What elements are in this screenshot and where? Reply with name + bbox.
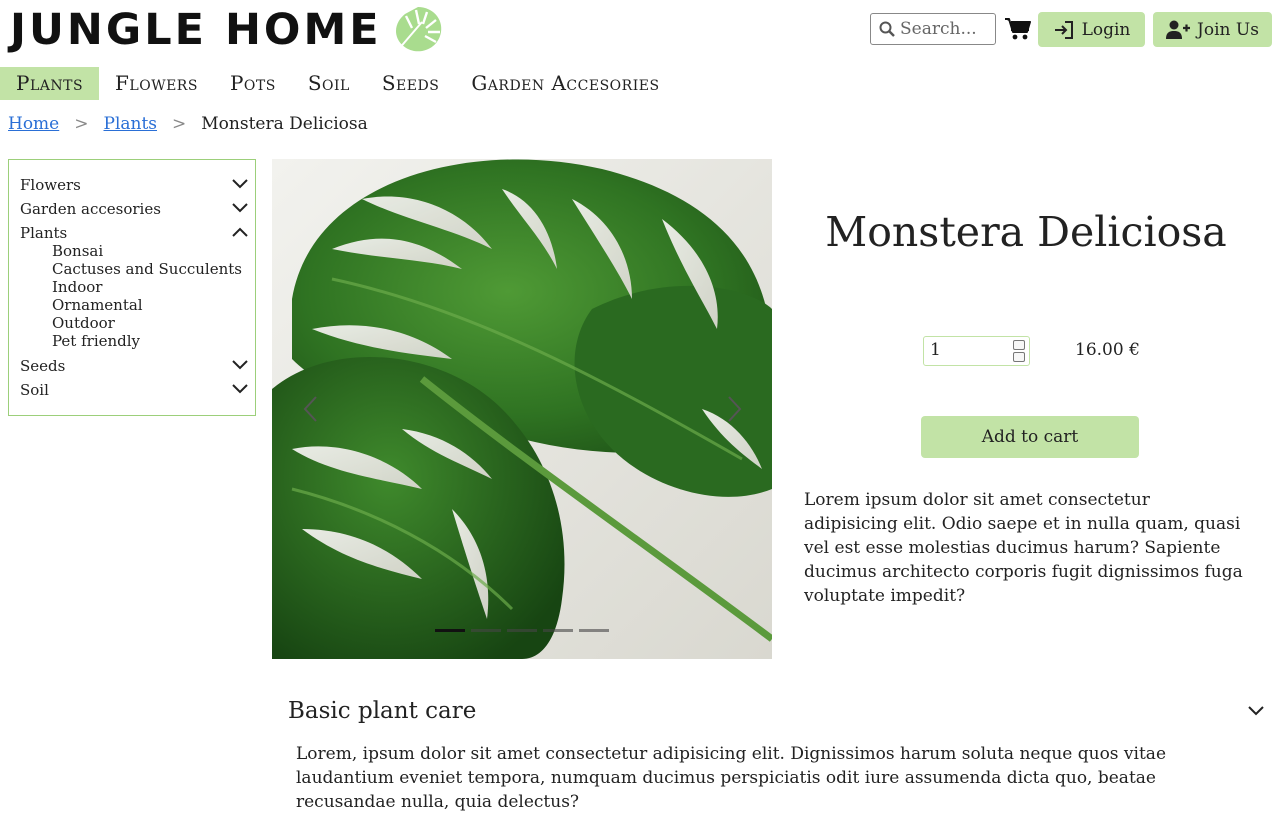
login-icon <box>1054 20 1073 39</box>
nav-seeds[interactable]: Seeds <box>366 67 455 100</box>
chevron-right-icon[interactable] <box>727 395 743 423</box>
nav-soil[interactable]: Soil <box>292 67 366 100</box>
cart-icon[interactable] <box>1005 17 1031 41</box>
search-icon <box>879 21 895 37</box>
carousel-indicator[interactable] <box>543 629 573 632</box>
nav-pots[interactable]: Pots <box>214 67 292 100</box>
chevron-up-icon[interactable] <box>232 227 248 237</box>
quantity-value[interactable]: 1 <box>930 340 941 360</box>
sidebar-subitem-cactuses[interactable]: Cactuses and Succulents <box>52 260 242 278</box>
carousel-indicators <box>435 629 609 632</box>
quantity-stepper[interactable]: 1 <box>923 336 1030 366</box>
monstera-leaf-logo-icon <box>396 7 442 52</box>
quantity-down-button[interactable] <box>1013 352 1025 362</box>
nav-garden-accesories[interactable]: Garden Accesories <box>455 67 675 100</box>
join-label: Join Us <box>1197 19 1259 40</box>
chevron-down-icon[interactable] <box>232 384 248 394</box>
sidebar-category-label: Seeds <box>20 357 66 375</box>
sidebar-category-seeds[interactable]: Seeds <box>20 355 250 377</box>
sidebar-category-plants[interactable]: Plants <box>20 222 250 244</box>
carousel-indicator[interactable] <box>471 629 501 632</box>
care-section-title[interactable]: Basic plant care <box>288 698 476 724</box>
nav-plants[interactable]: Plants <box>0 67 100 100</box>
chevron-down-icon[interactable] <box>1247 705 1265 717</box>
breadcrumb-separator: > <box>172 114 187 134</box>
sidebar-category-flowers[interactable]: Flowers <box>20 174 250 196</box>
sidebar-category-label: Plants <box>20 224 68 242</box>
user-plus-icon <box>1166 20 1191 39</box>
breadcrumb-current: Monstera Deliciosa <box>201 114 368 134</box>
care-section-text: Lorem, ipsum dolor sit amet consectetur … <box>296 744 1167 812</box>
sidebar-subitem-ornamental[interactable]: Ornamental <box>52 296 143 314</box>
product-price: 16.00 € <box>1075 340 1140 360</box>
chevron-down-icon[interactable] <box>232 179 248 189</box>
sidebar-category-label: Flowers <box>20 176 81 194</box>
join-us-button[interactable]: Join Us <box>1153 12 1272 47</box>
sidebar-category-soil[interactable]: Soil <box>20 379 250 401</box>
sidebar-category-label: Soil <box>20 381 49 399</box>
sidebar-subitem-bonsai[interactable]: Bonsai <box>52 242 103 260</box>
sidebar-subitem-pet-friendly[interactable]: Pet friendly <box>52 332 140 350</box>
breadcrumb: Home > Plants > Monstera Deliciosa <box>8 114 368 134</box>
carousel-indicator[interactable] <box>435 629 465 632</box>
nav-flowers[interactable]: Flowers <box>99 67 214 100</box>
product-image-carousel[interactable] <box>272 159 772 659</box>
category-sidebar: Flowers Garden accesories Plants Bonsai … <box>8 159 256 416</box>
sidebar-category-garden-accesories[interactable]: Garden accesories <box>20 198 250 220</box>
login-button[interactable]: Login <box>1038 12 1145 47</box>
main-nav: Plants Flowers Pots Soil Seeds Garden Ac… <box>0 67 676 100</box>
sidebar-subitem-indoor[interactable]: Indoor <box>52 278 102 296</box>
breadcrumb-plants-link[interactable]: Plants <box>104 114 158 134</box>
add-to-cart-button[interactable]: Add to cart <box>921 416 1139 458</box>
breadcrumb-separator: > <box>74 114 89 134</box>
carousel-indicator[interactable] <box>579 629 609 632</box>
product-description: Lorem ipsum dolor sit amet consectetur a… <box>804 490 1243 606</box>
carousel-indicator[interactable] <box>507 629 537 632</box>
chevron-down-icon[interactable] <box>232 203 248 213</box>
sidebar-subitem-outdoor[interactable]: Outdoor <box>52 314 115 332</box>
breadcrumb-home-link[interactable]: Home <box>8 114 59 134</box>
search-box[interactable] <box>870 13 996 45</box>
chevron-left-icon[interactable] <box>302 395 318 423</box>
sidebar-category-label: Garden accesories <box>20 200 161 218</box>
product-title: Monstera Deliciosa <box>825 208 1227 256</box>
login-label: Login <box>1081 19 1131 40</box>
search-input[interactable] <box>900 19 995 39</box>
product-photo-monstera <box>272 159 772 659</box>
quantity-up-button[interactable] <box>1013 340 1025 350</box>
quantity-spinner[interactable] <box>1013 340 1025 362</box>
site-logo[interactable]: JUNGLE HOME <box>10 2 382 58</box>
chevron-down-icon[interactable] <box>232 360 248 370</box>
